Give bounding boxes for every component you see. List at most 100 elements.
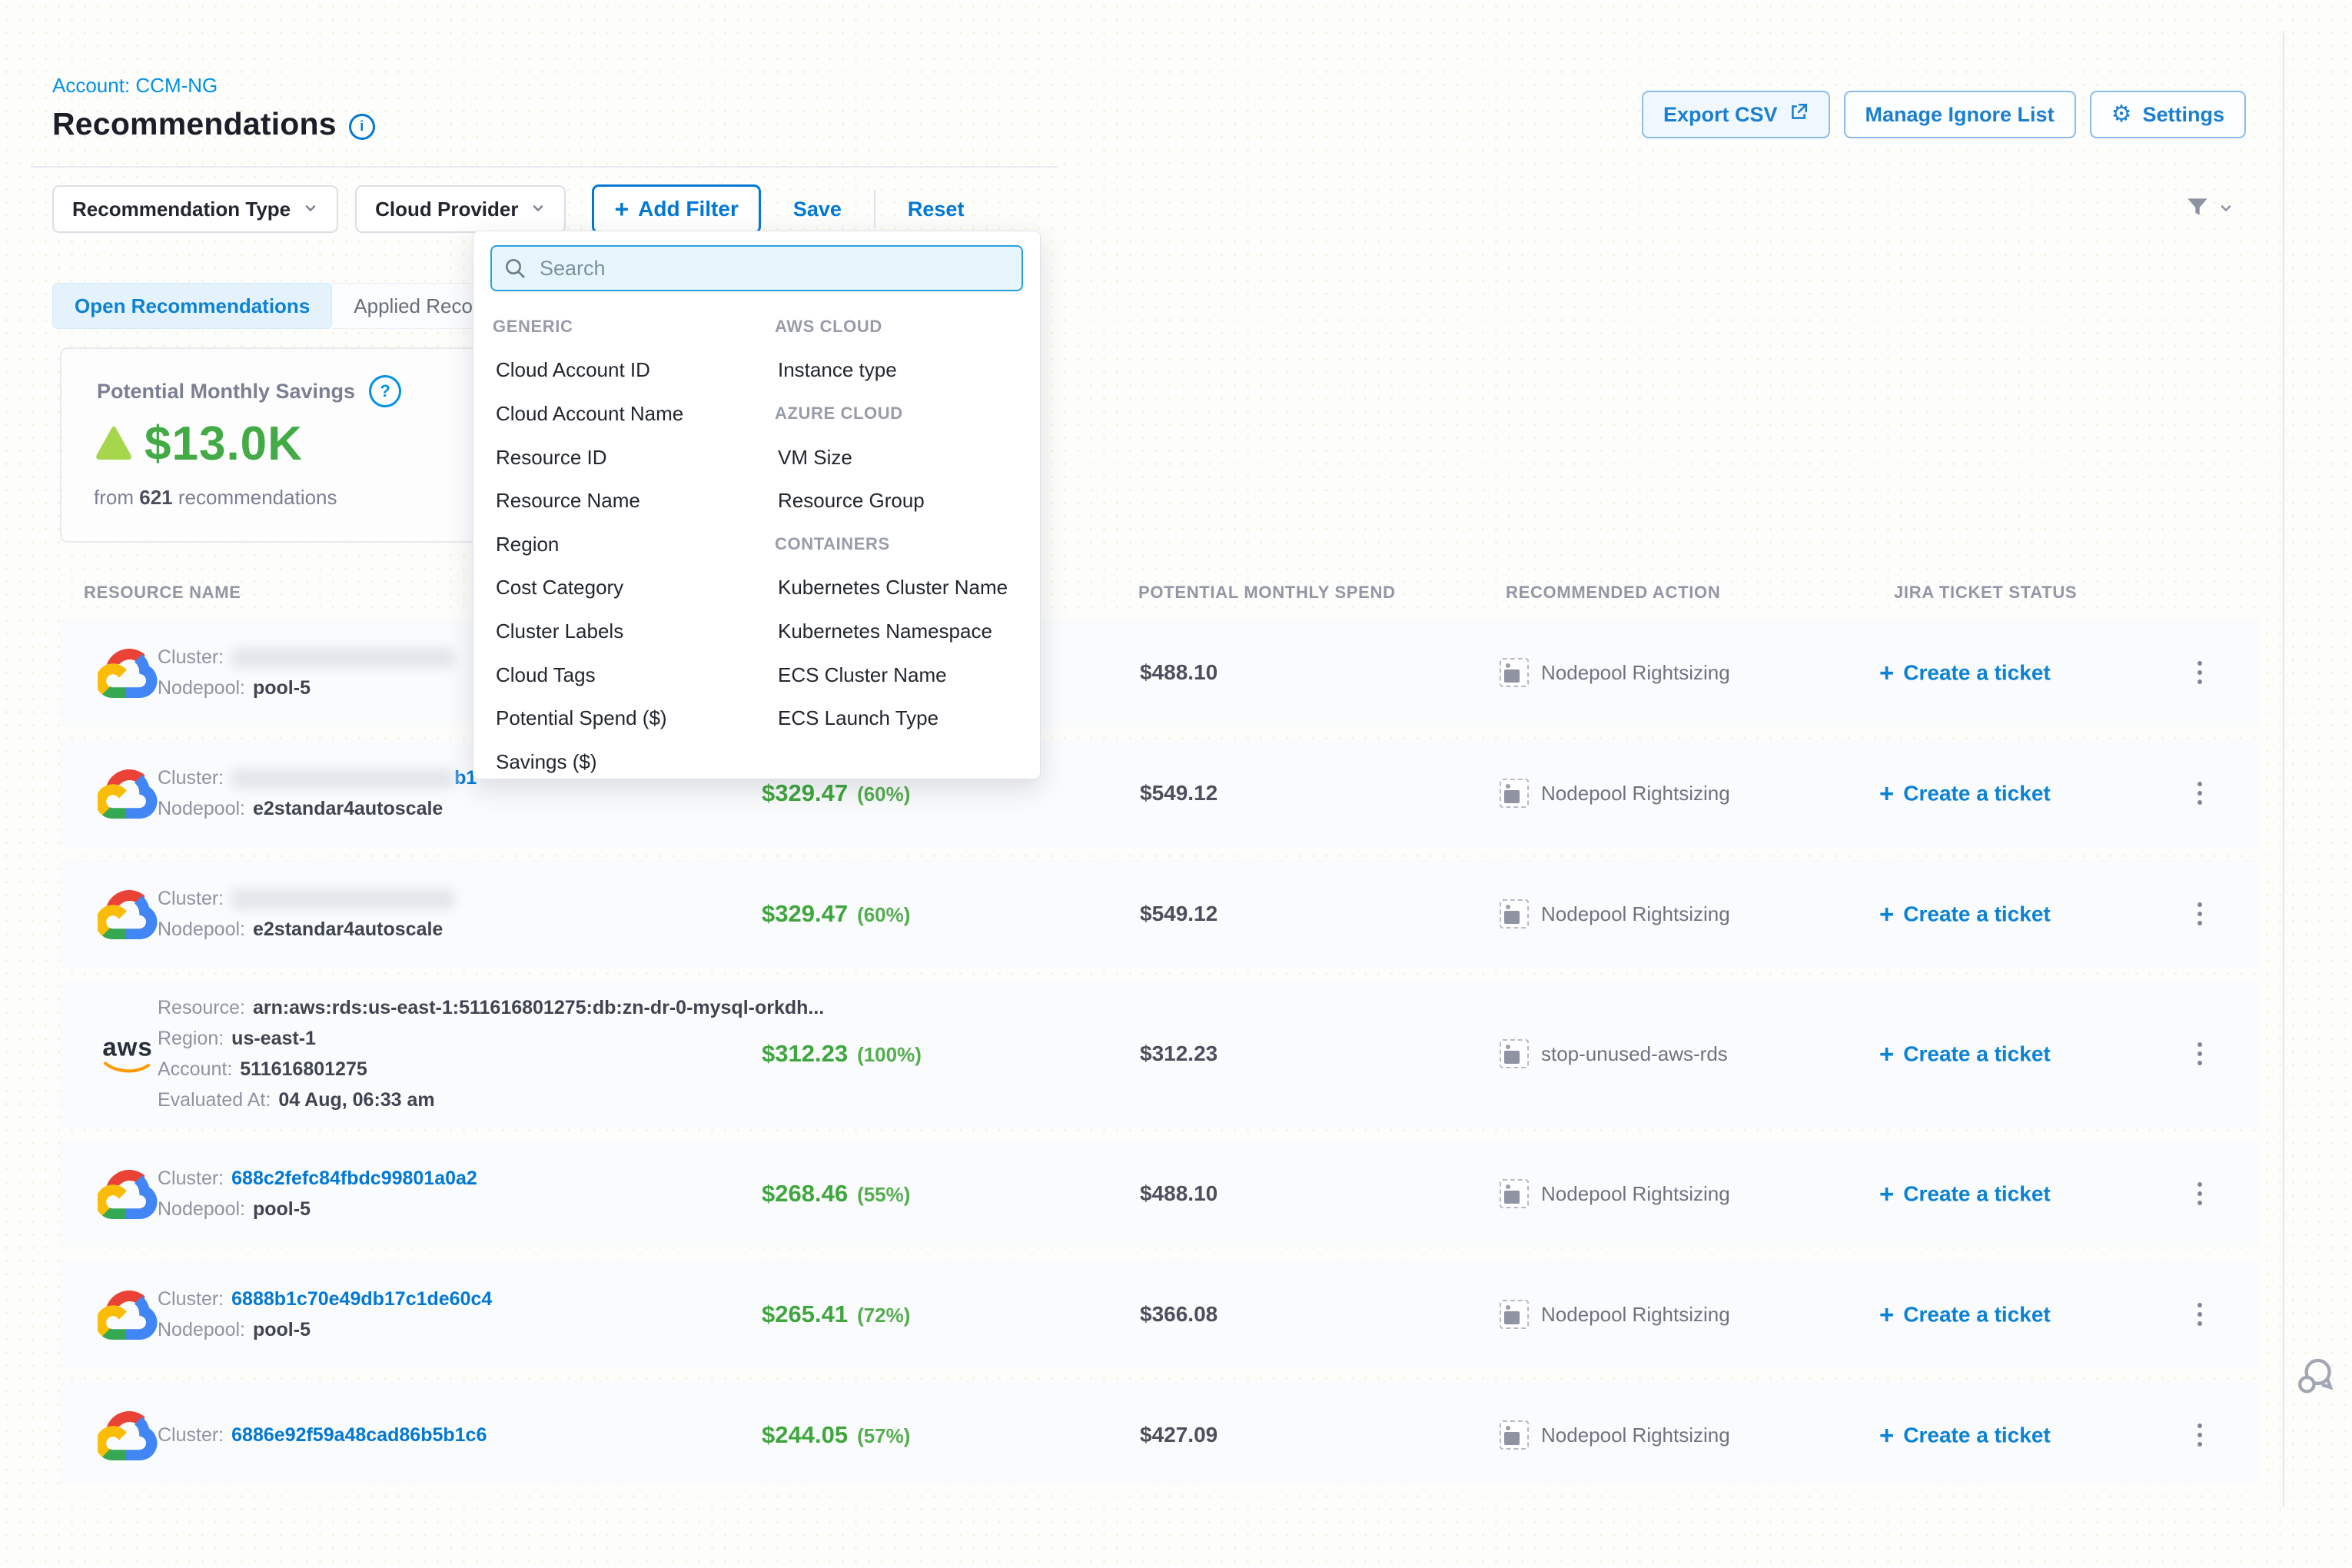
potential-monthly-spend-cell: $549.12	[1140, 781, 1218, 806]
filter-option[interactable]: Cluster Labels	[493, 610, 775, 653]
plus-icon: +	[1879, 1423, 1894, 1448]
recommended-action-cell: Nodepool Rightsizing	[1500, 1179, 1730, 1208]
column-header-jira-ticket-status[interactable]: JIRA TICKET STATUS	[1894, 583, 2077, 603]
filter-section-header: AWS CLOUD	[775, 305, 1021, 349]
monthly-savings-cell: $244.05(57%)	[762, 1421, 910, 1449]
filter-option[interactable]: VM Size	[775, 436, 1021, 480]
create-ticket-button[interactable]: + Create a ticket	[1879, 660, 2051, 686]
cluster-link[interactable]: 6886e92f59a48cad86b5b1c6	[231, 1424, 487, 1446]
filter-option[interactable]: Savings ($)	[493, 740, 775, 779]
savings-percent: (60%)	[857, 903, 910, 926]
table-row[interactable]: Cluster:b1Nodepool:e2standar4autoscale $…	[60, 739, 2260, 847]
recommended-action-cell: Nodepool Rightsizing	[1500, 779, 1730, 808]
recommended-action-label: Nodepool Rightsizing	[1541, 902, 1730, 926]
filter-option[interactable]: ECS Launch Type	[775, 696, 1021, 740]
row-menu-kebab-icon[interactable]	[2191, 1297, 2208, 1332]
plus-icon: +	[614, 197, 629, 221]
filter-option[interactable]: Kubernetes Cluster Name	[775, 566, 1021, 610]
gcp-cloud-icon	[97, 889, 158, 939]
field-value: 04 Aug, 06:33 am	[278, 1089, 434, 1111]
monthly-savings-cell: $329.47(60%)	[762, 900, 910, 928]
add-filter-dropdown: GENERICCloud Account IDCloud Account Nam…	[473, 231, 1041, 779]
recommendation-type-filter[interactable]: Recommendation Type	[52, 185, 338, 233]
row-menu-kebab-icon[interactable]	[2191, 896, 2208, 932]
field-label: Cluster:	[158, 1168, 224, 1189]
gcp-cloud-icon	[97, 647, 158, 698]
add-filter-button[interactable]: + Add Filter	[592, 184, 760, 234]
recommended-action-label: Nodepool Rightsizing	[1541, 1423, 1730, 1447]
manage-ignore-list-label: Manage Ignore List	[1865, 103, 2055, 127]
filter-option[interactable]: Potential Spend ($)	[493, 696, 775, 740]
create-ticket-button[interactable]: + Create a ticket	[1879, 1423, 2051, 1448]
create-ticket-button[interactable]: + Create a ticket	[1879, 1181, 2051, 1207]
info-icon[interactable]: i	[349, 114, 375, 140]
redacted-cluster-id	[231, 769, 454, 789]
tab-open-recommendations[interactable]: Open Recommendations	[52, 283, 332, 329]
table-row[interactable]: Cluster: 688c2fefc84fbdc99801a0a2 Nodepool…	[60, 1140, 2260, 1247]
filter-option[interactable]: Cost Category	[493, 566, 775, 610]
table-row[interactable]: Cluster:Nodepool:e2standar4autoscale $32…	[60, 860, 2260, 968]
row-menu-kebab-icon[interactable]	[2191, 776, 2208, 811]
create-ticket-button[interactable]: + Create a ticket	[1879, 1302, 2051, 1327]
row-menu-kebab-icon[interactable]	[2191, 1417, 2208, 1453]
row-menu-kebab-icon[interactable]	[2191, 1036, 2208, 1071]
resource-lines: Cluster:Nodepool:e2standar4autoscale	[158, 883, 454, 945]
support-chat-icon[interactable]	[2293, 1354, 2337, 1403]
column-header-resource-name[interactable]: RESOURCE NAME	[84, 583, 241, 603]
settings-label: Settings	[2142, 103, 2224, 127]
gcp-cloud-icon	[97, 768, 158, 819]
table-row[interactable]: Cluster:6886e92f59a48cad86b5b1c6 $244.05…	[60, 1381, 2260, 1483]
create-ticket-button[interactable]: + Create a ticket	[1879, 781, 2051, 806]
create-ticket-label: Create a ticket	[1903, 660, 2050, 685]
reset-filter-button[interactable]: Reset	[908, 198, 965, 221]
filter-option[interactable]: Cloud Account Name	[493, 392, 775, 436]
potential-monthly-spend-cell: $488.10	[1140, 660, 1218, 685]
filter-option[interactable]: Cloud Tags	[493, 653, 775, 697]
create-ticket-label: Create a ticket	[1903, 1041, 2050, 1066]
table-row[interactable]: aws Resource:arn:aws:rds:us-east-1:51161…	[60, 981, 2260, 1127]
column-header-recommended-action[interactable]: RECOMMENDED ACTION	[1506, 583, 1720, 603]
account-breadcrumb[interactable]: Account: CCM-NG	[52, 74, 218, 98]
row-menu-kebab-icon[interactable]	[2191, 655, 2208, 690]
filter-option[interactable]: Instance type	[775, 349, 1021, 393]
cloud-provider-filter[interactable]: Cloud Provider	[355, 185, 566, 233]
resource-lines: Cluster:6888b1c70e49db17c1de60c4Nodepool…	[158, 1284, 492, 1345]
save-filter-button[interactable]: Save	[793, 198, 842, 221]
column-header-potential-monthly-spend[interactable]: POTENTIAL MONTHLY SPEND	[1138, 583, 1396, 603]
create-ticket-button[interactable]: + Create a ticket	[1879, 902, 2051, 927]
filter-option[interactable]: Resource ID	[493, 436, 775, 480]
field-label: Nodepool:	[158, 919, 245, 940]
cluster-link[interactable]: 6888b1c70e49db17c1de60c4	[231, 1288, 492, 1310]
help-icon[interactable]: ?	[369, 375, 401, 407]
redacted-cluster-id	[231, 889, 454, 909]
cluster-link[interactable]: 688c2fefc84fbdc99801a0a2	[231, 1168, 477, 1189]
resource-lines: Cluster:Nodepool:pool-5	[158, 642, 454, 703]
filter-option[interactable]: ECS Cluster Name	[775, 653, 1021, 697]
resource-lines: Cluster:688c2fefc84fbdc99801a0a2Nodepool…	[158, 1163, 477, 1224]
table-row[interactable]: Cluster:Nodepool:pool-5 $488.10 Nodepool…	[60, 619, 2260, 726]
filter-option[interactable]: Cloud Account ID	[493, 349, 775, 393]
field-label: Nodepool:	[158, 677, 245, 699]
cloud-provider-label: Cloud Provider	[375, 198, 518, 221]
create-ticket-button[interactable]: + Create a ticket	[1879, 1041, 2051, 1067]
page-title: Recommendations	[52, 106, 337, 142]
plus-icon: +	[1879, 660, 1894, 686]
filter-option[interactable]: Kubernetes Namespace	[775, 610, 1021, 653]
filter-option[interactable]: Resource Name	[493, 479, 775, 523]
row-menu-kebab-icon[interactable]	[2191, 1176, 2208, 1211]
field-value: us-east-1	[231, 1028, 316, 1049]
settings-button[interactable]: ⚙ Settings	[2090, 91, 2246, 138]
export-csv-button[interactable]: Export CSV	[1642, 91, 1830, 138]
recommended-action-cell: Nodepool Rightsizing	[1500, 1420, 1730, 1450]
recommended-action-cell: stop-unused-aws-rds	[1500, 1039, 1728, 1068]
chevron-down-icon	[2218, 201, 2234, 220]
filter-option[interactable]: Resource Group	[775, 479, 1021, 523]
filter-panel-toggle[interactable]	[2183, 194, 2234, 227]
field-label: Nodepool:	[158, 798, 245, 819]
filter-search-input[interactable]	[490, 245, 1023, 291]
table-row[interactable]: Cluster:6888b1c70e49db17c1de60c4Nodepool…	[60, 1261, 2260, 1368]
savings-percent: (100%)	[857, 1043, 922, 1066]
filter-option[interactable]: Region	[493, 523, 775, 566]
manage-ignore-list-button[interactable]: Manage Ignore List	[1844, 91, 2076, 138]
recommended-action-cell: Nodepool Rightsizing	[1500, 1300, 1730, 1329]
